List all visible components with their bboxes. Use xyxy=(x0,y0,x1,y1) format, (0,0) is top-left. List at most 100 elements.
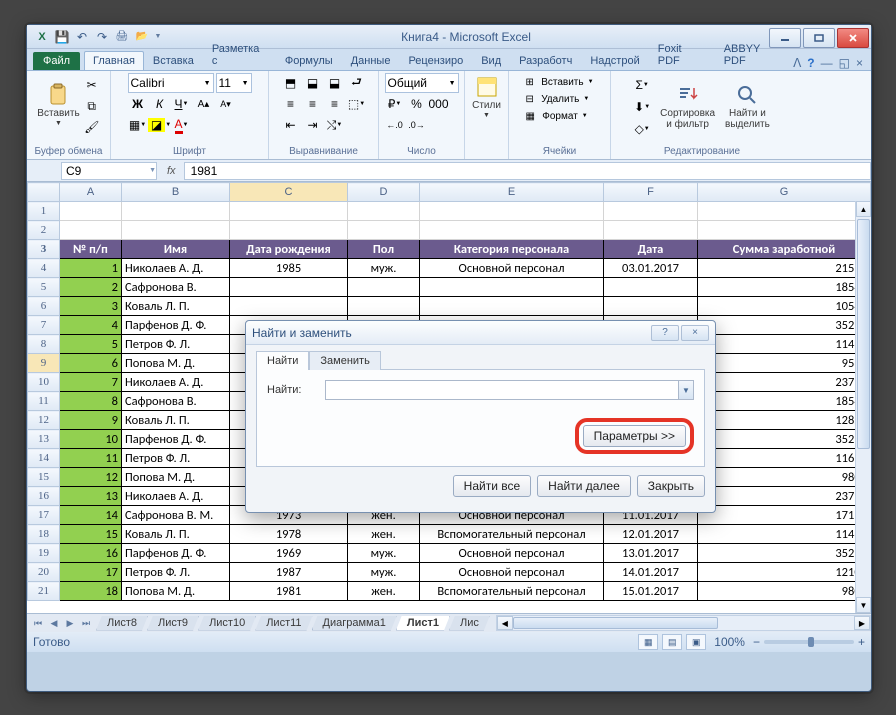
save-icon[interactable]: 💾 xyxy=(53,28,71,46)
copy-icon[interactable]: ⧉ xyxy=(82,96,102,116)
decrease-decimal-icon[interactable]: .0→ xyxy=(407,115,427,135)
cell[interactable]: № п/п xyxy=(60,240,122,259)
doc-close-icon[interactable]: × xyxy=(856,56,863,70)
italic-icon[interactable]: К xyxy=(150,94,170,114)
row-header[interactable]: 3 xyxy=(28,240,60,259)
cell[interactable]: 12 xyxy=(60,468,122,487)
col-header-D[interactable]: D xyxy=(348,183,420,202)
scroll-right-icon[interactable]: ▶ xyxy=(854,616,870,630)
ribbon-tab-1[interactable]: Вставка xyxy=(144,51,203,70)
font-name-select[interactable]: Calibri▼ xyxy=(128,73,214,93)
col-header-F[interactable]: F xyxy=(604,183,698,202)
cell[interactable]: 5 xyxy=(60,335,122,354)
cell[interactable]: 1 xyxy=(60,259,122,278)
horizontal-scrollbar[interactable]: ◀ ▶ xyxy=(496,615,871,631)
cell[interactable]: 15.01.2017 xyxy=(604,582,698,601)
cell[interactable]: 6 xyxy=(60,354,122,373)
cell[interactable] xyxy=(122,221,230,240)
sheet-tab[interactable]: Лист11 xyxy=(255,616,312,631)
cell[interactable]: Попова М. Д. xyxy=(122,468,230,487)
find-next-button[interactable]: Найти далее xyxy=(537,475,631,497)
sheet-tab[interactable]: Лист1 xyxy=(396,616,450,631)
cell[interactable]: 2 xyxy=(60,278,122,297)
row-header[interactable]: 8 xyxy=(28,335,60,354)
row-header[interactable]: 18 xyxy=(28,525,60,544)
underline-icon[interactable]: Ч▼ xyxy=(172,94,192,114)
cell[interactable]: Николаев А. Д. xyxy=(122,487,230,506)
cell[interactable]: Основной персонал xyxy=(420,563,604,582)
cell[interactable] xyxy=(230,297,348,316)
row-header[interactable]: 9 xyxy=(28,354,60,373)
cell[interactable] xyxy=(230,278,348,297)
ribbon-tab-3[interactable]: Формулы xyxy=(276,51,342,70)
format-cells-button[interactable]: ▦ Формат▼ xyxy=(525,109,593,123)
minimize-ribbon-icon[interactable]: ᐱ xyxy=(793,56,801,70)
cell[interactable] xyxy=(122,202,230,221)
cell[interactable]: Сафронова В. xyxy=(122,392,230,411)
align-bottom-icon[interactable]: ⬓ xyxy=(325,73,345,93)
cell[interactable]: Петров Ф. Л. xyxy=(122,449,230,468)
cell[interactable]: 13 xyxy=(60,487,122,506)
sheet-tab[interactable]: Лист8 xyxy=(96,616,148,631)
print-preview-icon[interactable]: 🖨 xyxy=(113,28,131,46)
ribbon-tab-9[interactable]: Foxit PDF xyxy=(649,39,715,70)
name-box[interactable]: C9▼ xyxy=(61,162,157,180)
cell[interactable]: жен. xyxy=(348,525,420,544)
ribbon-tab-10[interactable]: ABBYY PDF xyxy=(715,39,793,70)
cell[interactable] xyxy=(604,278,698,297)
cell[interactable]: 21556 xyxy=(698,259,871,278)
cell[interactable]: Дата рождения xyxy=(230,240,348,259)
bold-icon[interactable]: Ж xyxy=(128,94,148,114)
ribbon-tab-4[interactable]: Данные xyxy=(342,51,400,70)
cell[interactable] xyxy=(420,297,604,316)
open-icon[interactable]: 📂 xyxy=(133,28,151,46)
row-header[interactable]: 2 xyxy=(28,221,60,240)
find-history-dropdown-icon[interactable]: ▼ xyxy=(678,380,694,400)
cell[interactable]: 17115 xyxy=(698,506,871,525)
align-right-icon[interactable]: ≡ xyxy=(325,94,345,114)
find-select-button[interactable]: Найти и выделить xyxy=(723,73,772,139)
cell[interactable]: 15 xyxy=(60,525,122,544)
cell[interactable]: 9564 xyxy=(698,354,871,373)
cell[interactable]: 10546 xyxy=(698,297,871,316)
format-painter-icon[interactable]: 🖌 xyxy=(82,117,102,137)
col-header-E[interactable]: E xyxy=(420,183,604,202)
doc-restore-icon[interactable]: ◱ xyxy=(839,56,850,70)
row-header[interactable]: 14 xyxy=(28,449,60,468)
find-all-button[interactable]: Найти все xyxy=(453,475,532,497)
undo-icon[interactable]: ↶ xyxy=(73,28,91,46)
col-header-B[interactable]: B xyxy=(122,183,230,202)
ribbon-tab-7[interactable]: Разработч xyxy=(510,51,581,70)
cell[interactable]: 35254 xyxy=(698,316,871,335)
scroll-left-icon[interactable]: ◀ xyxy=(497,616,513,630)
cell[interactable]: 14 xyxy=(60,506,122,525)
cell[interactable]: Коваль Л. П. xyxy=(122,411,230,430)
styles-button[interactable]: Стили▼ xyxy=(465,73,509,121)
cell[interactable]: Николаев А. Д. xyxy=(122,259,230,278)
ribbon-tab-6[interactable]: Вид xyxy=(472,51,510,70)
row-header[interactable]: 4 xyxy=(28,259,60,278)
cell[interactable]: 18546 xyxy=(698,392,871,411)
cell[interactable]: 18 xyxy=(60,582,122,601)
cut-icon[interactable]: ✂ xyxy=(82,75,102,95)
cell[interactable]: Сафронова В. М. xyxy=(122,506,230,525)
clear-icon[interactable]: ◇▼ xyxy=(632,119,652,139)
doc-min-icon[interactable]: — xyxy=(821,56,833,70)
cell[interactable]: Дата xyxy=(604,240,698,259)
vertical-scrollbar[interactable]: ▲ ▼ xyxy=(855,201,871,613)
increase-font-icon[interactable]: A▴ xyxy=(194,94,214,114)
cell[interactable]: 4 xyxy=(60,316,122,335)
decrease-indent-icon[interactable]: ⇤ xyxy=(281,115,301,135)
view-pagebreak-icon[interactable]: ▣ xyxy=(686,634,706,650)
row-header[interactable]: 5 xyxy=(28,278,60,297)
cell[interactable]: Сумма заработной xyxy=(698,240,871,259)
cell[interactable]: 1981 xyxy=(230,582,348,601)
align-top-icon[interactable]: ⬒ xyxy=(281,73,301,93)
delete-cells-button[interactable]: ⊟ Удалить▼ xyxy=(525,92,593,106)
row-header[interactable]: 6 xyxy=(28,297,60,316)
excel-icon[interactable]: X xyxy=(33,28,51,46)
wrap-text-icon[interactable]: ⮐ xyxy=(347,73,367,93)
row-header[interactable]: 11 xyxy=(28,392,60,411)
cell[interactable]: жен. xyxy=(348,582,420,601)
cell[interactable]: 13.01.2017 xyxy=(604,544,698,563)
